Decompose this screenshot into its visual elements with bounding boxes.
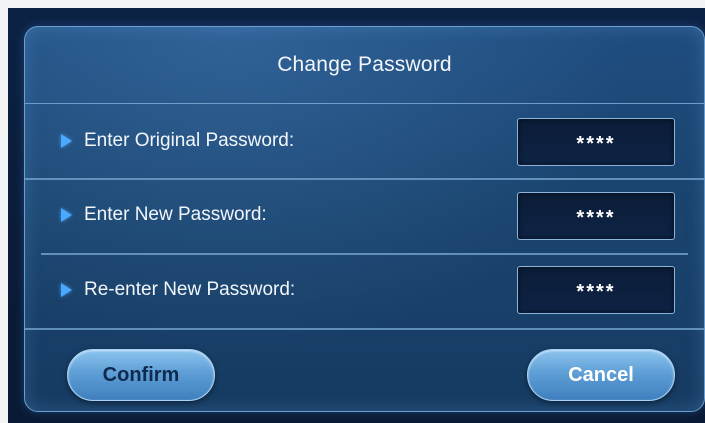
dialog-title-bar: Change Password <box>25 27 704 104</box>
new-password-row: Enter New Password: **** <box>25 178 704 252</box>
original-password-label-group: Enter Original Password: <box>61 104 294 178</box>
play-triangle-icon <box>61 134 72 148</box>
confirm-button[interactable]: Confirm <box>67 349 215 401</box>
reenter-password-label: Re-enter New Password: <box>84 279 296 300</box>
reenter-password-row: Re-enter New Password: **** <box>25 253 704 327</box>
new-password-label-group: Enter New Password: <box>61 178 267 252</box>
original-password-field[interactable]: **** <box>517 118 675 166</box>
change-password-dialog: Change Password Enter Original Password:… <box>24 26 705 412</box>
new-password-field[interactable]: **** <box>517 192 675 240</box>
original-password-label: Enter Original Password: <box>84 130 295 151</box>
reenter-password-field[interactable]: **** <box>517 266 675 314</box>
dialog-title: Change Password <box>277 53 452 76</box>
cancel-button[interactable]: Cancel <box>527 349 675 401</box>
new-password-label: Enter New Password: <box>84 204 267 225</box>
screen-background: Change Password Enter Original Password:… <box>8 8 705 423</box>
play-triangle-icon <box>61 283 72 297</box>
play-triangle-icon <box>61 208 72 222</box>
button-area-divider <box>25 328 704 330</box>
original-password-row: Enter Original Password: **** <box>25 104 704 178</box>
reenter-password-label-group: Re-enter New Password: <box>61 253 295 327</box>
